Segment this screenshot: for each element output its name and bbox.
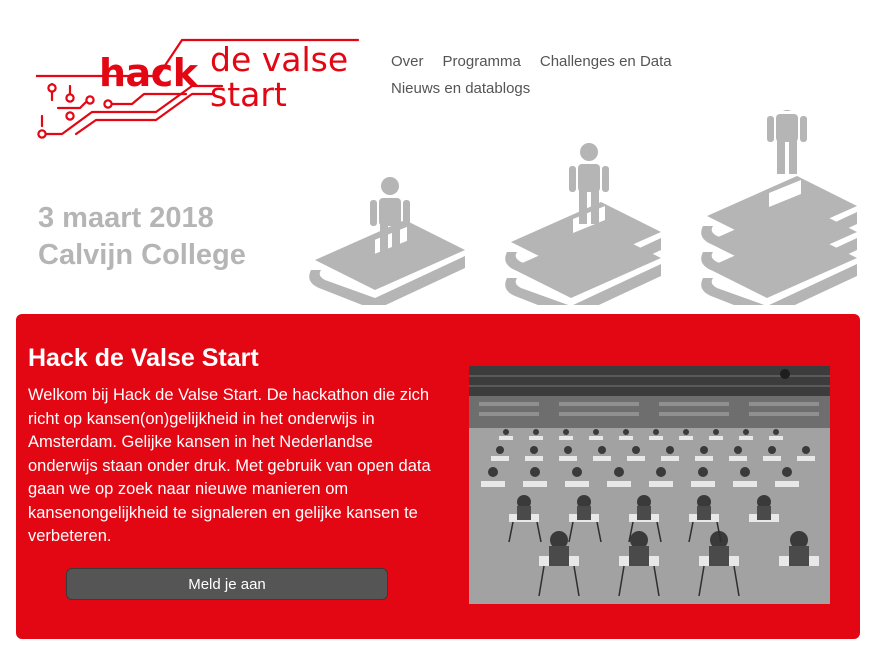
person-two-books [505, 143, 661, 305]
logo-tagline-line2: start [210, 75, 287, 114]
exam-hall-image-icon [469, 366, 830, 604]
nav-item-nieuws[interactable]: Nieuws en datablogs [391, 75, 530, 102]
books-illustration-icon [309, 110, 857, 305]
intro-body: Welkom bij Hack de Valse Start. De hacka… [28, 386, 431, 545]
main-nav: Over Programma Challenges en Data Nieuws en… [391, 48, 691, 102]
logo-hack-text: hack [99, 51, 198, 95]
exam-hall-photo [469, 366, 830, 604]
nav-item-over[interactable]: Over [391, 48, 424, 75]
nav-item-programma[interactable]: Programma [443, 48, 521, 75]
event-info: 3 maart 2018 Calvijn College [38, 200, 246, 274]
event-venue: Calvijn College [38, 239, 246, 271]
logo-tagline: de valse start [210, 42, 348, 112]
event-date: 3 maart 2018 [38, 202, 214, 234]
intro-title: Hack de Valse Start [28, 344, 259, 372]
signup-button[interactable]: Meld je aan [66, 568, 388, 600]
person-three-books [701, 110, 857, 305]
logo-tagline-line1: de valse [210, 40, 349, 79]
intro-card: Hack de Valse Start Welkom bij Hack de V… [16, 314, 860, 639]
nav-item-challenges[interactable]: Challenges en Data [540, 48, 672, 75]
person-one-book [309, 177, 465, 305]
